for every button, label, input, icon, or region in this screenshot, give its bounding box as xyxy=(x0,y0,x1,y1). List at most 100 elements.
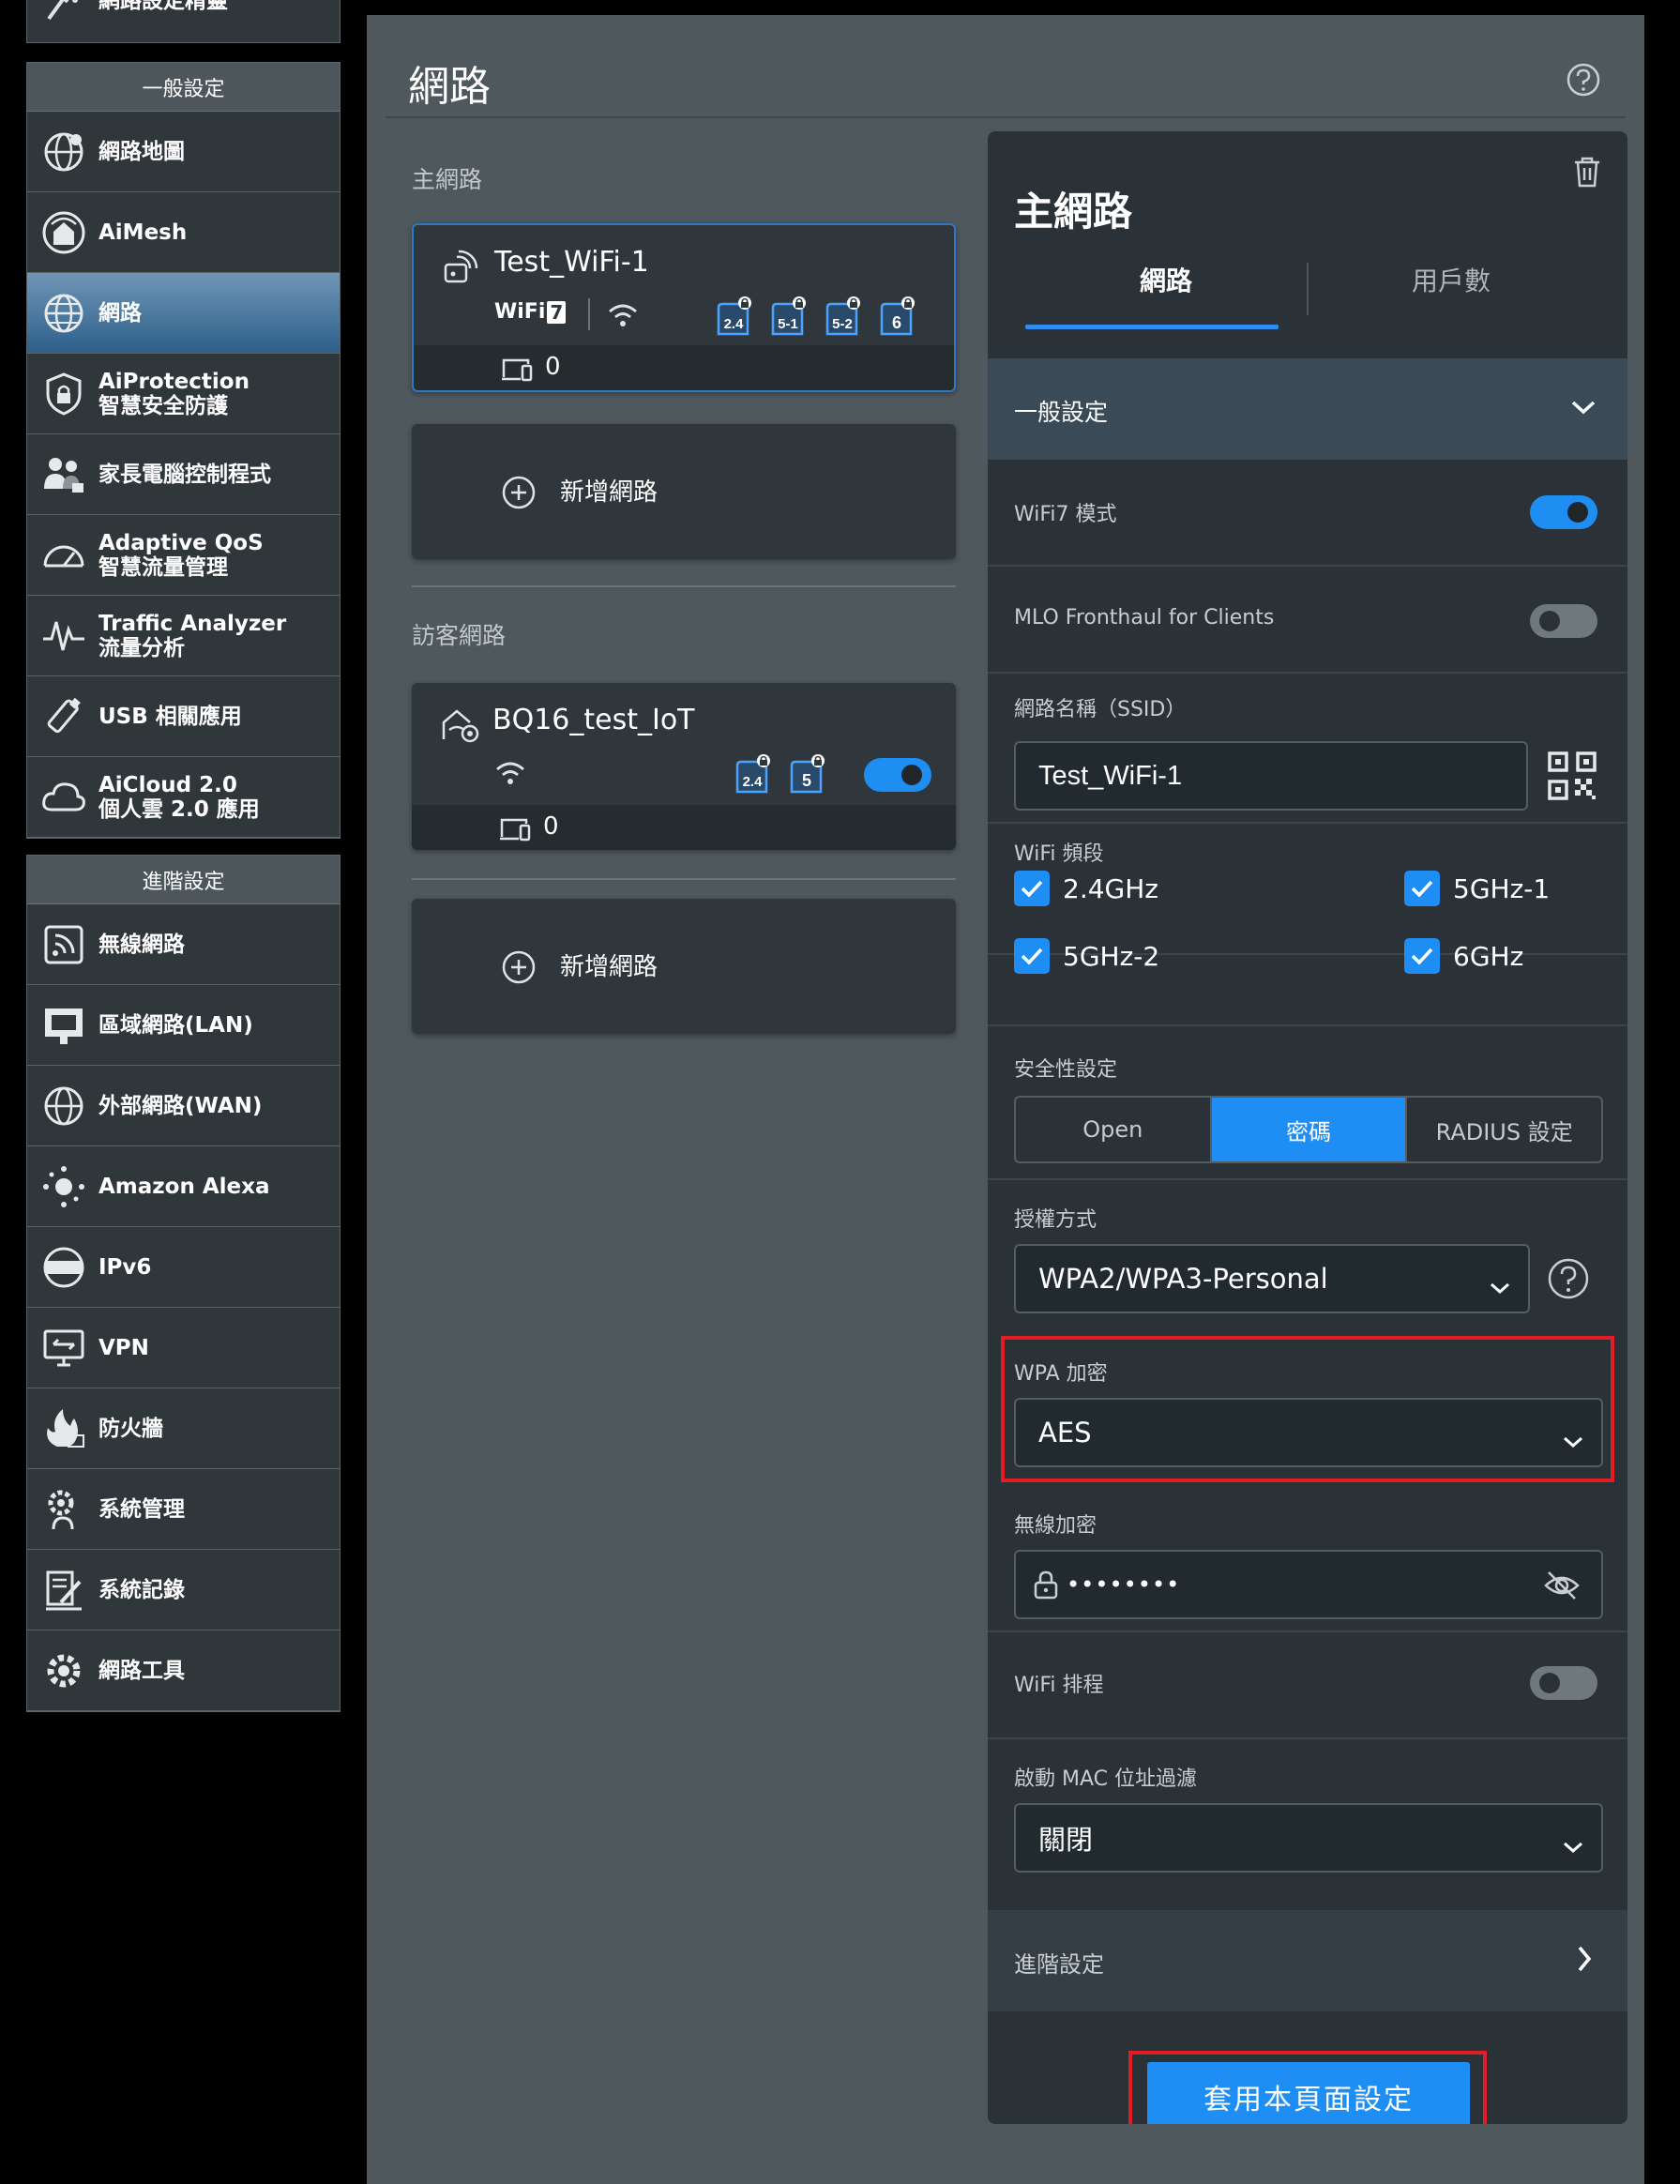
general-settings-header[interactable]: 一般設定 xyxy=(988,358,1627,460)
band-checkbox-5g2[interactable]: 5GHz-2 xyxy=(1014,938,1159,974)
wireless-key-label: 無線加密 xyxy=(1014,1514,1097,1538)
band-checkbox-5g1[interactable]: 5GHz-1 xyxy=(1404,871,1550,906)
sidebar-item-sublabel: 智慧安全防護 xyxy=(98,393,228,418)
sidebar-item-wan[interactable]: 外部網路(WAN) xyxy=(27,1066,340,1146)
sidebar-item-firewall[interactable]: 防火牆 xyxy=(27,1388,340,1469)
checkmark-icon xyxy=(1404,871,1440,906)
sidebar-item-aicloud[interactable]: AiCloud 2.0 個人雲 2.0 應用 xyxy=(27,757,340,838)
sidebar-item-network-map[interactable]: 網路地圖 xyxy=(27,112,340,192)
sidebar-item-lan[interactable]: 區域網路(LAN) xyxy=(27,985,340,1066)
add-main-network-button[interactable]: 新增網路 xyxy=(412,424,956,559)
sidebar-item-label: 系統記錄 xyxy=(98,1577,185,1602)
qr-code-icon[interactable] xyxy=(1547,751,1597,805)
security-segmented-control: Open 密碼 RADIUS 設定 xyxy=(1014,1096,1603,1163)
trash-icon[interactable] xyxy=(1573,156,1601,191)
toggle-knob xyxy=(1539,611,1560,631)
help-icon[interactable] xyxy=(1547,1257,1590,1304)
sidebar-item-alexa[interactable]: Amazon Alexa xyxy=(27,1146,340,1227)
guest-network-toggle[interactable] xyxy=(864,758,931,792)
mac-filter-select[interactable]: 關閉 xyxy=(1014,1803,1603,1873)
sidebar-item-wireless[interactable]: 無線網路 xyxy=(27,904,340,985)
guest-card-footer: 0 xyxy=(412,805,956,850)
band-lock-icon: 6 xyxy=(880,296,915,336)
band-badge-5-1: 5-1 xyxy=(770,295,810,340)
sidebar-item-label: VPN xyxy=(98,1335,149,1360)
wifi7-mode-toggle[interactable] xyxy=(1530,495,1597,529)
security-option-password[interactable]: 密碼 xyxy=(1211,1098,1408,1161)
help-icon[interactable] xyxy=(1566,62,1601,101)
wpa-encryption-select[interactable]: AES xyxy=(1014,1398,1603,1467)
log-pen-icon xyxy=(37,1563,91,1617)
settings-title: 主網路 xyxy=(1014,189,1133,235)
sidebar-item-quick-setup[interactable]: 網路設定精靈 xyxy=(27,0,340,41)
monitor-vpn-icon xyxy=(37,1321,91,1375)
tab-users[interactable]: 用戶數 xyxy=(1310,261,1592,298)
ssid-input[interactable] xyxy=(1014,741,1528,811)
wand-icon xyxy=(37,0,91,21)
chevron-right-icon xyxy=(1575,1944,1594,1978)
sidebar-item-parental-control[interactable]: 家長電腦控制程式 xyxy=(27,434,340,515)
sidebar-advanced-header: 進階設定 xyxy=(27,856,340,904)
sidebar-item-administration[interactable]: 系統管理 xyxy=(27,1469,340,1550)
sidebar-item-label: 網路工具 xyxy=(98,1658,185,1683)
sidebar-item-label: USB 相關應用 xyxy=(98,704,242,729)
sidebar-item-system-log[interactable]: 系統記錄 xyxy=(27,1550,340,1630)
band-badge-label: 2.4 xyxy=(724,316,745,332)
wifi-schedule-toggle[interactable] xyxy=(1530,1666,1597,1700)
checkmark-icon xyxy=(1014,938,1050,974)
toggle-knob xyxy=(1539,1673,1560,1693)
add-guest-network-button[interactable]: 新增網路 xyxy=(412,899,956,1034)
sidebar-item-aimesh[interactable]: AiMesh xyxy=(27,192,340,273)
band-checkbox-2g[interactable]: 2.4GHz xyxy=(1014,871,1158,906)
band-checkbox-6g[interactable]: 6GHz xyxy=(1404,938,1523,974)
checkmark-icon xyxy=(1014,871,1050,906)
row-divider xyxy=(988,1630,1627,1632)
sidebar-item-usb[interactable]: USB 相關應用 xyxy=(27,676,340,757)
main-network-card[interactable]: Test_WiFi-1 WiFi 7 2.4 5-1 5-2 6 0 xyxy=(412,223,956,392)
sidebar-item-network-tools[interactable]: 網路工具 xyxy=(27,1630,340,1711)
sidebar-item-aiprotection[interactable]: AiProtection 智慧安全防護 xyxy=(27,354,340,434)
security-label: 安全性設定 xyxy=(1014,1058,1118,1082)
gear-person-icon xyxy=(37,1482,91,1537)
main-card-footer: 0 xyxy=(414,345,954,390)
tab-network[interactable]: 網路 xyxy=(1025,261,1307,298)
wifi-schedule-label: WiFi 排程 xyxy=(1014,1674,1104,1697)
sidebar-item-traffic-analyzer[interactable]: Traffic Analyzer 流量分析 xyxy=(27,596,340,676)
security-option-radius[interactable]: RADIUS 設定 xyxy=(1407,1098,1601,1161)
row-divider xyxy=(988,1024,1627,1026)
band-badge-5: 5 xyxy=(789,752,828,797)
auth-method-select[interactable]: WPA2/WPA3-Personal xyxy=(1014,1244,1530,1313)
sidebar-item-sublabel: 流量分析 xyxy=(98,635,185,660)
wireless-key-input[interactable]: •••••••• xyxy=(1014,1550,1603,1619)
advanced-settings-label: 進階設定 xyxy=(1014,1951,1104,1978)
sidebar-item-label: 外部網路(WAN) xyxy=(98,1093,263,1118)
devices-icon xyxy=(498,814,532,846)
section-divider xyxy=(412,878,956,880)
auth-method-label: 授權方式 xyxy=(1014,1208,1097,1232)
title-divider xyxy=(386,116,1626,118)
sidebar-item-ipv6[interactable]: IPv6 xyxy=(27,1227,340,1308)
row-divider xyxy=(988,1737,1627,1739)
sidebar-item-label: 網路 xyxy=(98,300,142,326)
security-option-open[interactable]: Open xyxy=(1016,1098,1212,1161)
add-network-label: 新增網路 xyxy=(560,478,658,507)
band-lock-icon: 5 xyxy=(790,754,825,794)
sidebar-item-label: Adaptive QoS xyxy=(98,530,264,555)
band-option-label: 6GHz xyxy=(1453,940,1524,972)
mlo-toggle[interactable] xyxy=(1530,604,1597,638)
guest-network-card[interactable]: BQ16_test_IoT 2.4 5 0 xyxy=(412,683,956,850)
sidebar-item-label: AiCloud 2.0 xyxy=(98,772,237,797)
apply-settings-button[interactable]: 套用本頁面設定 xyxy=(1147,2062,1470,2124)
sidebar-item-network[interactable]: 網路 xyxy=(27,273,340,354)
sidebar-item-adaptive-qos[interactable]: Adaptive QoS 智慧流量管理 xyxy=(27,515,340,596)
section-divider xyxy=(412,585,956,587)
ssid-label: 網路名稱（SSID） xyxy=(1014,698,1187,721)
sidebar-item-label: IPv6 xyxy=(98,1254,152,1280)
eye-off-icon[interactable] xyxy=(1543,1569,1581,1609)
chevron-down-icon xyxy=(1562,1424,1584,1456)
sidebar-item-vpn[interactable]: VPN xyxy=(27,1308,340,1388)
guest-client-count: 0 xyxy=(543,812,559,841)
band-badge-6: 6 xyxy=(879,295,918,340)
sidebar-item-label: Amazon Alexa xyxy=(98,1174,270,1199)
advanced-settings-row[interactable]: 進階設定 xyxy=(988,1910,1627,2011)
